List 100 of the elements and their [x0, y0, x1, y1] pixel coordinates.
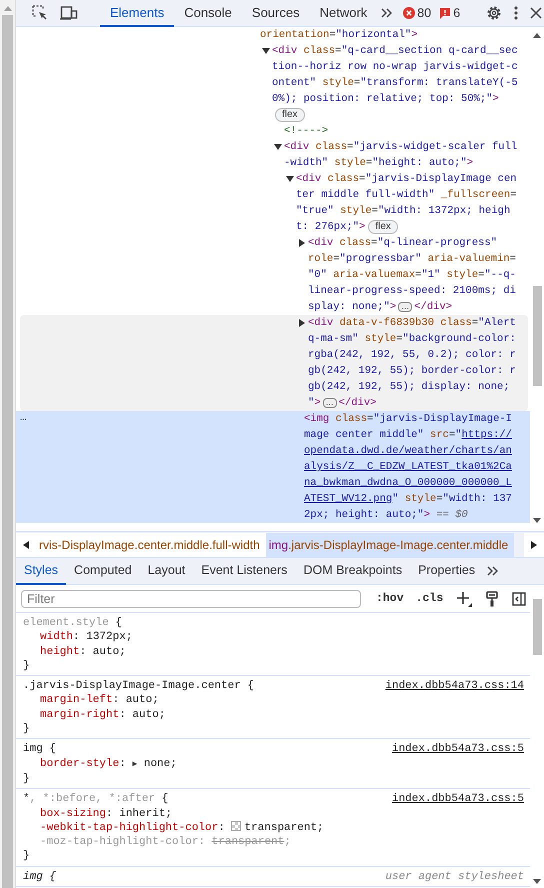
- page-scrollbar[interactable]: [2, 15, 13, 888]
- code-line: alysis/Z__C_EDZW_LATEST_tka01%2Ca: [304, 460, 512, 475]
- scrollbar-thumb[interactable]: [532, 599, 542, 655]
- left-triangle-icon: [23, 540, 29, 548]
- code-line: role="progressbar" aria-valuemin=: [308, 252, 516, 267]
- dom-node[interactable]: <div data-v-f6839b30 class="Alert q-ma-sm" style="background-color: rgba(242, 192, 55, 0.2); color: r gb(242, 192, 55); border-color: r gb(242, 192, 55); display: none; "> … </div>: [20, 315, 528, 411]
- issues-counter[interactable]: 6: [435, 6, 464, 20]
- source-label: user agent stylesheet: [385, 870, 524, 884]
- dom-node[interactable]: orientation="horizontal">: [20, 27, 530, 43]
- expand-triangle-icon[interactable]: [298, 319, 306, 327]
- source-link[interactable]: index.dbb54a73.css:5: [392, 792, 524, 807]
- code-line: na_bwkman_dwdna_O_000000_000000_L: [304, 476, 512, 491]
- css-selector: img {: [23, 870, 56, 884]
- closing-brace: }: [23, 722, 31, 736]
- css-selector: *, *:before, *:after {: [23, 792, 168, 807]
- close-icon[interactable]: [530, 7, 542, 19]
- node-actions[interactable]: …: [20, 411, 27, 425]
- sidebar-tab[interactable]: Computed: [66, 558, 140, 584]
- closing-brace: }: [23, 658, 31, 674]
- code-line: <img class="jarvis-DisplayImage-I: [304, 412, 512, 427]
- code-line: tion--horiz row no-wrap jarvis-widget-c: [272, 60, 518, 75]
- issue-flag-icon: [439, 7, 452, 19]
- panel-tab[interactable]: Elements: [100, 0, 174, 26]
- inspect-icon[interactable]: [32, 5, 48, 21]
- source-link[interactable]: index.dbb54a73.css:5: [392, 742, 524, 757]
- breadcrumb[interactable]: img.jarvis-DisplayImage-Image.center.middle: [266, 532, 514, 556]
- code-line: rgba(242, 192, 55, 0.2); color: r: [308, 348, 516, 363]
- scroll-down-icon[interactable]: [533, 518, 541, 523]
- closing-brace: }: [23, 849, 31, 864]
- css-selector: img {: [23, 742, 56, 757]
- panel-tab[interactable]: Sources: [242, 0, 310, 26]
- sidebar-tab[interactable]: DOM Breakpoints: [295, 558, 410, 584]
- code-line: <div class="jarvis-DisplayImage cen: [296, 172, 517, 187]
- css-selector: .jarvis-DisplayImage-Image.center {: [23, 679, 254, 694]
- collapse-triangle-icon[interactable]: [286, 175, 294, 183]
- code-line: <!---->: [284, 124, 328, 139]
- toggle-button[interactable]: .cls: [410, 592, 448, 605]
- code-line: 0%); position: relative; top: 50%;">: [272, 92, 499, 107]
- dom-node[interactable]: <div class="q-card__section q-card__sec tion--horiz row no-wrap jarvis-widget-c ontent" style="transform: translateY(-5 0%); position: relative; top: 50%;"> flex: [20, 43, 530, 123]
- code-line: <div class="jarvis-widget-scaler full: [284, 140, 518, 155]
- scroll-down-icon[interactable]: [533, 879, 541, 884]
- code-line: opendata.dwd.de/weather/charts/an: [304, 444, 512, 459]
- code-line: "true" style="width: 1372px; heigh: [296, 204, 510, 219]
- dom-node[interactable]: <div class="jarvis-widget-scaler full -width" style="height: auto;">: [20, 139, 530, 171]
- more-tabs-icon[interactable]: [381, 8, 394, 18]
- scroll-left-button[interactable]: [16, 532, 36, 556]
- code-line: ter middle full-width" _fullscreen=: [296, 188, 517, 203]
- error-counter[interactable]: 80: [399, 6, 436, 20]
- css-declaration[interactable]: -webkit-tap-highlight-color: transparent;: [23, 820, 524, 836]
- code-line: linear-progress-speed: 2100ms; di: [308, 284, 516, 299]
- sidebar-tab[interactable]: Layout: [140, 558, 194, 584]
- dom-node[interactable]: <div class="jarvis-DisplayImage cen ter middle full-width" _fullscreen= "true" style="width: 1372px; heigh t: 276px;"> flex: [20, 171, 530, 235]
- code-line: q-ma-sm" style="background-color:: [308, 332, 516, 347]
- sidebar-toggle-icon[interactable]: [512, 592, 526, 606]
- css-declaration[interactable]: border-style: ▶ none;: [23, 756, 524, 772]
- scrollbar-thumb[interactable]: [532, 286, 542, 386]
- sidebar-tab[interactable]: Styles: [16, 558, 66, 584]
- sidebar-tab[interactable]: Properties: [410, 558, 484, 584]
- code-line: gb(242, 192, 55); display: none;: [308, 380, 510, 395]
- scroll-up-icon[interactable]: [533, 33, 541, 38]
- code-line: ontent" style="transform: translateY(-5: [272, 76, 518, 91]
- device-toolbar-icon[interactable]: [60, 5, 78, 21]
- expand-triangle-icon[interactable]: [298, 239, 306, 247]
- code-line: "> … </div>: [308, 396, 376, 411]
- dom-node[interactable]: <!---->: [20, 123, 530, 139]
- sidebar-tab[interactable]: Event Listeners: [193, 558, 296, 584]
- dom-node[interactable]: <div class="q-linear-progress" role="progressbar" aria-valuemin= "0" aria-valuemax="1" style="--q- linear-progress-speed: 2100ms; di splay: none;"> … </div>: [20, 235, 530, 315]
- dom-node[interactable]: [16, 411, 530, 523]
- code-line: ATEST_WV12.png" style="width: 137: [304, 492, 512, 507]
- css-declaration[interactable]: margin-left: auto;: [23, 693, 524, 708]
- filter-field[interactable]: Filter: [21, 590, 361, 608]
- code-line: gb(242, 192, 55); border-color: r: [308, 364, 516, 379]
- panel-tab[interactable]: Network: [310, 0, 378, 26]
- error-icon: [403, 7, 416, 19]
- panel-tab[interactable]: Console: [174, 0, 242, 26]
- code-line: <div class="q-card__section q-card__sec: [272, 44, 518, 59]
- source-link[interactable]: index.dbb54a73.css:14: [385, 679, 524, 694]
- code-line: "0" aria-valuemax="1" style="--q-: [308, 268, 516, 283]
- code-line: orientation="horizontal">: [260, 28, 418, 43]
- collapse-triangle-icon[interactable]: [262, 47, 270, 55]
- css-declaration[interactable]: height: auto;: [23, 644, 524, 659]
- code-line: t: 276px;"> flex: [296, 219, 398, 235]
- scroll-right-button[interactable]: [524, 532, 544, 556]
- code-line: <div class="q-linear-progress": [308, 236, 498, 251]
- new-rule-icon[interactable]: [456, 590, 472, 606]
- code-line: mage center middle" src="https://: [304, 428, 512, 443]
- closing-brace: }: [23, 772, 31, 786]
- breadcrumb[interactable]: rvis-DisplayImage.center.middle.full-width: [36, 532, 266, 556]
- more-options-icon[interactable]: [514, 6, 518, 20]
- paint-roller-icon[interactable]: [486, 590, 498, 606]
- code-line: <div data-v-f6839b30 class="Alert: [308, 316, 516, 331]
- css-declaration[interactable]: margin-right: auto;: [23, 708, 524, 722]
- code-line: -width" style="height: auto;">: [284, 156, 474, 171]
- collapse-triangle-icon[interactable]: [274, 143, 282, 151]
- css-declaration[interactable]: box-sizing: inherit;: [23, 806, 524, 821]
- code-line: 2px; height: auto;"> == $0: [304, 508, 468, 523]
- toggle-button[interactable]: :hov: [371, 592, 409, 605]
- css-declaration[interactable]: width: 1372px;: [23, 630, 524, 645]
- settings-icon[interactable]: [486, 5, 502, 21]
- more-tabs-icon[interactable]: [487, 566, 500, 576]
